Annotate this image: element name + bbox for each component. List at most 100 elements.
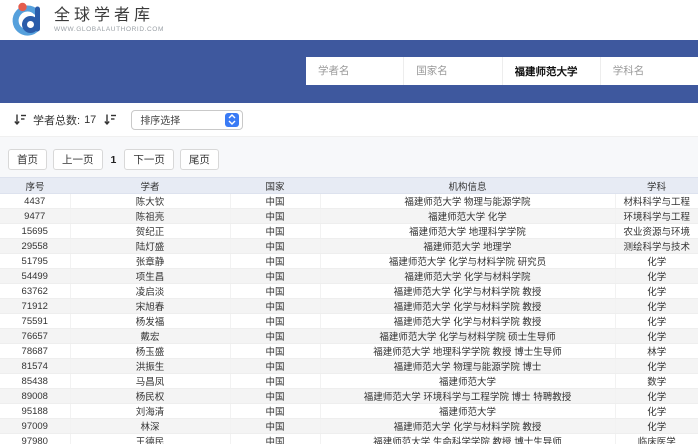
sort-amount-icon[interactable]	[104, 113, 117, 126]
cell-country: 中国	[230, 314, 320, 329]
globalauthorid-logo-icon	[9, 2, 45, 38]
header-institution: 机构信息	[320, 178, 615, 194]
cell-discipline: 临床医学	[615, 434, 698, 444]
cell-country: 中国	[230, 344, 320, 359]
cell-discipline: 材料科学与工程	[615, 194, 698, 209]
cell-id: 76657	[0, 329, 70, 344]
next-page-button[interactable]: 下一页	[124, 149, 174, 170]
cell-id: 78687	[0, 344, 70, 359]
cell-institution: 福建师范大学 化学与材料学院 教授	[320, 419, 615, 434]
cell-scholar: 林深	[70, 419, 230, 434]
cell-discipline: 化学	[615, 299, 698, 314]
cell-scholar: 戴宏	[70, 329, 230, 344]
cell-country: 中国	[230, 269, 320, 284]
table-row[interactable]: 54499 项生昌 中国 福建师范大学 化学与材料学院 化学	[0, 269, 698, 284]
table-row[interactable]: 81574 洪振生 中国 福建师范大学 物理与能源学院 博士 化学	[0, 359, 698, 374]
table-row[interactable]: 71912 宋旭春 中国 福建师范大学 化学与材料学院 教授 化学	[0, 299, 698, 314]
cell-country: 中国	[230, 224, 320, 239]
table-row[interactable]: 4437 陈大钦 中国 福建师范大学 物理与能源学院 材料科学与工程	[0, 194, 698, 209]
table-row[interactable]: 63762 凌启淡 中国 福建师范大学 化学与材料学院 教授 化学	[0, 284, 698, 299]
cell-institution: 福建师范大学 地理科学学院	[320, 224, 615, 239]
country-name-input[interactable]	[403, 57, 501, 85]
pagination: 首页 上一页 1 下一页 尾页	[8, 149, 698, 170]
cell-scholar: 贺纪正	[70, 224, 230, 239]
cell-country: 中国	[230, 389, 320, 404]
cell-id: 71912	[0, 299, 70, 314]
cell-institution: 福建师范大学 化学	[320, 209, 615, 224]
scholar-table-wrap: 序号 学者 国家 机构信息 学科 4437 陈大钦 中国 福建师范大学 物理与能…	[0, 177, 698, 444]
site-subtitle: WWW.GLOBALAUTHORID.COM	[54, 26, 164, 33]
cell-institution: 福建师范大学 地理科学学院 教授 博士生导师	[320, 344, 615, 359]
cell-country: 中国	[230, 254, 320, 269]
table-row[interactable]: 95188 刘海清 中国 福建师范大学 化学	[0, 404, 698, 419]
cell-institution: 福建师范大学 化学与材料学院 教授	[320, 284, 615, 299]
cell-country: 中国	[230, 434, 320, 444]
current-page-number: 1	[109, 154, 119, 166]
table-row[interactable]: 75591 杨发福 中国 福建师范大学 化学与材料学院 教授 化学	[0, 314, 698, 329]
table-row[interactable]: 85438 马昌凤 中国 福建师范大学 数学	[0, 374, 698, 389]
cell-country: 中国	[230, 404, 320, 419]
cell-scholar: 杨民权	[70, 389, 230, 404]
nav-bar	[0, 40, 698, 103]
site-header: 全球学者库 WWW.GLOBALAUTHORID.COM	[0, 0, 698, 40]
table-body: 4437 陈大钦 中国 福建师范大学 物理与能源学院 材料科学与工程 9477 …	[0, 194, 698, 444]
cell-scholar: 项生昌	[70, 269, 230, 284]
cell-country: 中国	[230, 419, 320, 434]
table-row[interactable]: 9477 陈祖亮 中国 福建师范大学 化学 环境科学与工程	[0, 209, 698, 224]
table-row[interactable]: 78687 杨玉盛 中国 福建师范大学 地理科学学院 教授 博士生导师 林学	[0, 344, 698, 359]
sort-select[interactable]: 排序选择	[131, 110, 243, 130]
sort-amount-icon[interactable]	[14, 113, 27, 126]
cell-discipline: 化学	[615, 254, 698, 269]
cell-discipline: 数学	[615, 374, 698, 389]
prev-page-button[interactable]: 上一页	[53, 149, 103, 170]
header-id: 序号	[0, 178, 70, 194]
brand-text: 全球学者库 WWW.GLOBALAUTHORID.COM	[54, 7, 164, 33]
cell-institution: 福建师范大学 物理与能源学院	[320, 194, 615, 209]
institution-input[interactable]	[502, 57, 600, 85]
cell-institution: 福建师范大学 化学与材料学院 硕士生导师	[320, 329, 615, 344]
first-page-button[interactable]: 首页	[8, 149, 47, 170]
table-row[interactable]: 15695 贺纪正 中国 福建师范大学 地理科学学院 农业资源与环境	[0, 224, 698, 239]
total-scholars-label: 学者总数:	[33, 112, 80, 128]
cell-id: 51795	[0, 254, 70, 269]
cell-scholar: 陆灯盛	[70, 239, 230, 254]
cell-institution: 福建师范大学	[320, 404, 615, 419]
cell-institution: 福建师范大学 化学与材料学院 研究员	[320, 254, 615, 269]
cell-discipline: 化学	[615, 419, 698, 434]
header-discipline: 学科	[615, 178, 698, 194]
table-row[interactable]: 76657 戴宏 中国 福建师范大学 化学与材料学院 硕士生导师 化学	[0, 329, 698, 344]
sort-toolbar: 学者总数: 17 排序选择	[0, 103, 698, 137]
table-row[interactable]: 97980 王德民 中国 福建师范大学 生命科学学院 教授 博士生导师 临床医学	[0, 434, 698, 444]
cell-id: 89008	[0, 389, 70, 404]
cell-scholar: 宋旭春	[70, 299, 230, 314]
cell-id: 63762	[0, 284, 70, 299]
cell-id: 95188	[0, 404, 70, 419]
cell-id: 15695	[0, 224, 70, 239]
cell-institution: 福建师范大学 化学与材料学院	[320, 269, 615, 284]
table-row[interactable]: 89008 杨民权 中国 福建师范大学 环境科学与工程学院 博士 特聘教授 化学	[0, 389, 698, 404]
cell-id: 97009	[0, 419, 70, 434]
cell-institution: 福建师范大学 环境科学与工程学院 博士 特聘教授	[320, 389, 615, 404]
cell-discipline: 化学	[615, 359, 698, 374]
cell-id: 29558	[0, 239, 70, 254]
cell-discipline: 化学	[615, 269, 698, 284]
table-row[interactable]: 97009 林深 中国 福建师范大学 化学与材料学院 教授 化学	[0, 419, 698, 434]
header-country: 国家	[230, 178, 320, 194]
site-title: 全球学者库	[54, 7, 164, 25]
cell-discipline: 化学	[615, 389, 698, 404]
table-row[interactable]: 29558 陆灯盛 中国 福建师范大学 地理学 测绘科学与技术	[0, 239, 698, 254]
cell-scholar: 杨玉盛	[70, 344, 230, 359]
cell-country: 中国	[230, 374, 320, 389]
cell-discipline: 测绘科学与技术	[615, 239, 698, 254]
cell-scholar: 洪振生	[70, 359, 230, 374]
scholar-name-input[interactable]	[306, 57, 403, 85]
select-stepper-icon	[225, 113, 239, 127]
last-page-button[interactable]: 尾页	[180, 149, 219, 170]
cell-institution: 福建师范大学 物理与能源学院 博士	[320, 359, 615, 374]
cell-country: 中国	[230, 329, 320, 344]
site-logo[interactable]: 全球学者库 WWW.GLOBALAUTHORID.COM	[9, 2, 164, 38]
discipline-input[interactable]	[600, 57, 698, 85]
cell-scholar: 杨发福	[70, 314, 230, 329]
cell-id: 4437	[0, 194, 70, 209]
table-row[interactable]: 51795 张章静 中国 福建师范大学 化学与材料学院 研究员 化学	[0, 254, 698, 269]
